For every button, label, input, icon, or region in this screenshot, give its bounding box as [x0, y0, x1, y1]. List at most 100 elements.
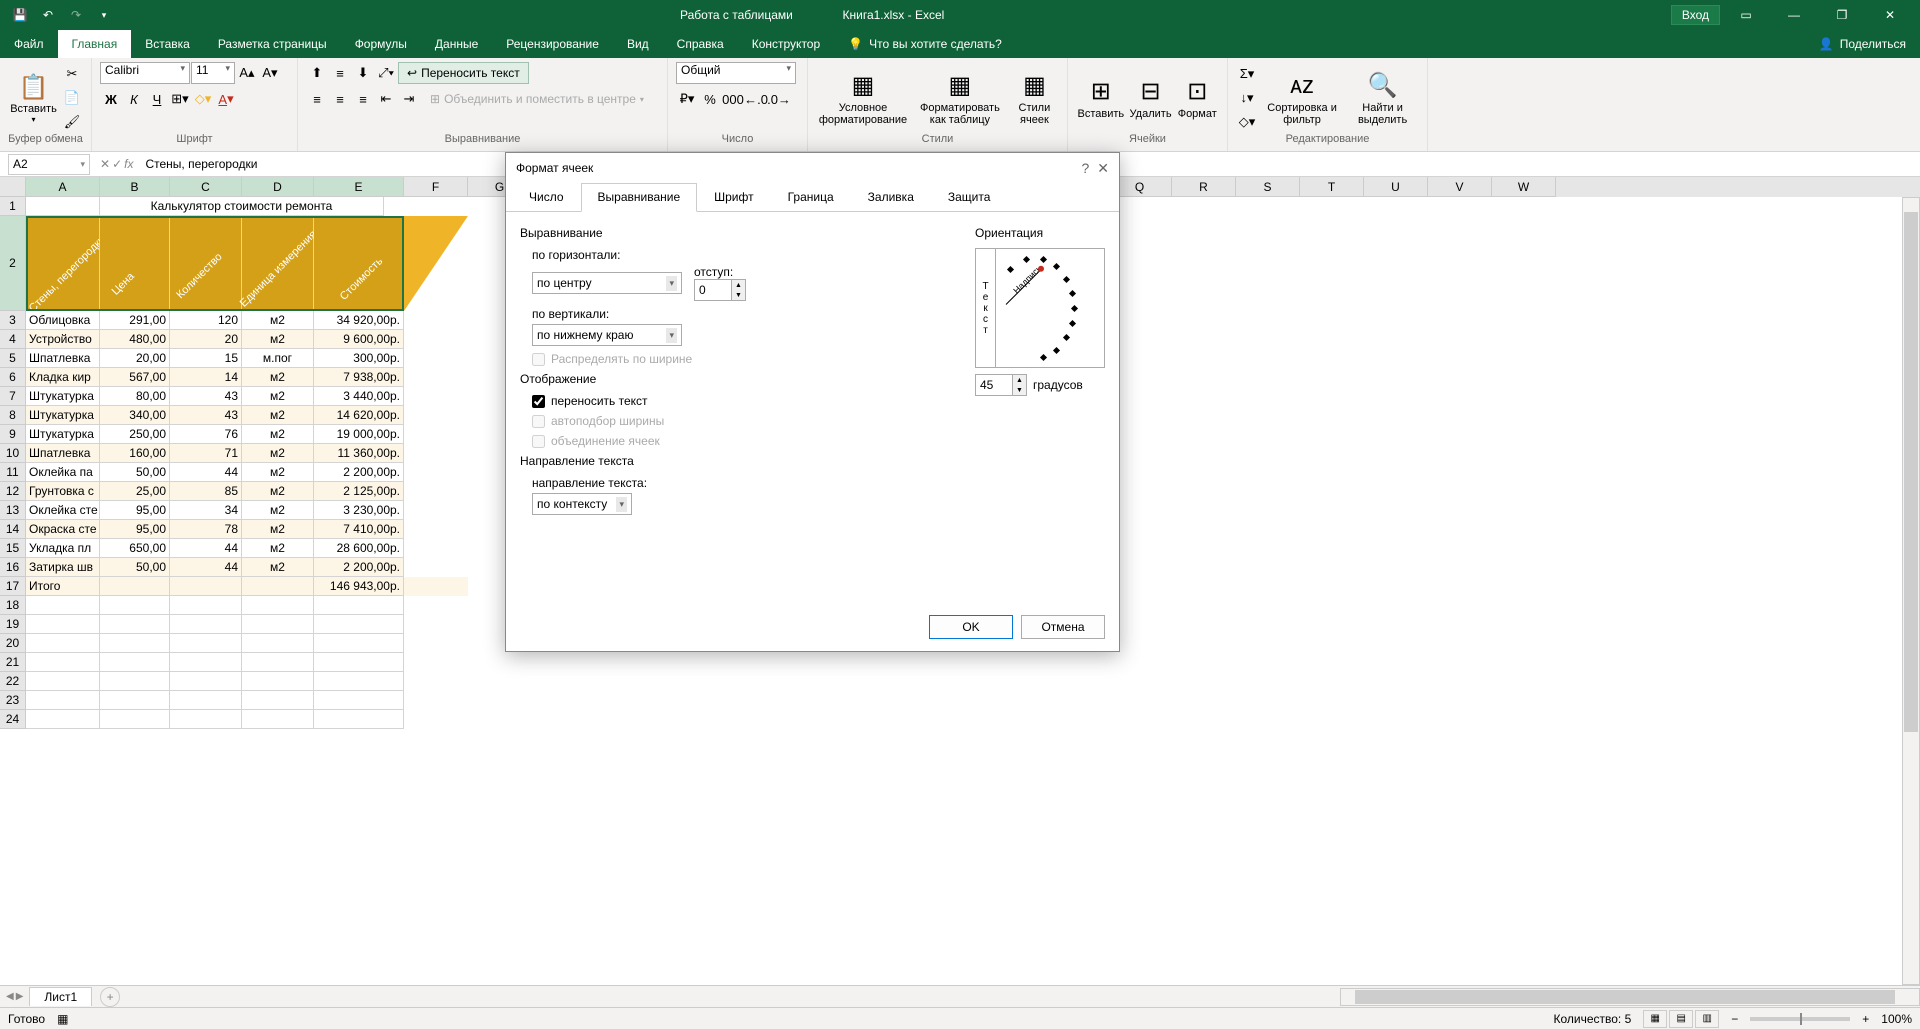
cell[interactable]: 50,00 [100, 463, 170, 482]
cell[interactable]: 44 [170, 539, 242, 558]
row-header[interactable]: 23 [0, 691, 26, 710]
horiz-align-select[interactable]: по центру [532, 272, 682, 294]
row-header[interactable]: 10 [0, 444, 26, 463]
col-header[interactable]: B [100, 177, 170, 197]
col-header[interactable]: D [242, 177, 314, 197]
cell[interactable]: 25,00 [100, 482, 170, 501]
normal-view-icon[interactable]: ▦ [1643, 1010, 1667, 1028]
cell[interactable] [26, 653, 100, 672]
row-header[interactable]: 11 [0, 463, 26, 482]
dlg-tab-number[interactable]: Число [512, 183, 581, 211]
cell[interactable] [170, 577, 242, 596]
italic-icon[interactable]: К [123, 88, 145, 110]
cell[interactable]: 650,00 [100, 539, 170, 558]
dlg-tab-protect[interactable]: Защита [931, 183, 1008, 211]
cell[interactable]: 44 [170, 463, 242, 482]
tab-data[interactable]: Данные [421, 30, 492, 58]
row-header[interactable]: 9 [0, 425, 26, 444]
tab-layout[interactable]: Разметка страницы [204, 30, 341, 58]
cell-total-label[interactable]: Итого [26, 577, 100, 596]
align-center-icon[interactable]: ≡ [329, 88, 351, 110]
insert-cells-button[interactable]: ⊞Вставить [1076, 74, 1126, 122]
copy-icon[interactable]: 📄 [61, 87, 83, 109]
cell[interactable] [100, 710, 170, 729]
row-header[interactable]: 15 [0, 539, 26, 558]
select-all-corner[interactable] [0, 177, 26, 197]
redo-icon[interactable]: ↷ [64, 3, 88, 27]
ribbon-options-icon[interactable]: ▭ [1724, 0, 1768, 30]
cell[interactable] [26, 197, 100, 216]
tab-file[interactable]: Файл [0, 30, 58, 58]
cell[interactable]: Штукатурка [26, 425, 100, 444]
merge-button[interactable]: ⊞Объединить и поместить в центре▾ [421, 88, 653, 110]
textdir-select[interactable]: по контексту [532, 493, 632, 515]
cell[interactable] [242, 653, 314, 672]
cell[interactable]: м2 [242, 482, 314, 501]
decrease-font-icon[interactable]: A▾ [259, 62, 281, 84]
decrease-decimal-icon[interactable]: .0→ [768, 88, 790, 110]
align-left-icon[interactable]: ≡ [306, 88, 328, 110]
delete-cells-button[interactable]: ⊟Удалить [1128, 74, 1174, 122]
cancel-formula-icon[interactable]: ✕ [100, 157, 110, 171]
cell[interactable]: Облицовка [26, 311, 100, 330]
spin-down-icon[interactable]: ▼ [1012, 385, 1026, 395]
cell[interactable] [100, 653, 170, 672]
number-format-select[interactable]: Общий [676, 62, 796, 84]
cell[interactable] [100, 634, 170, 653]
dlg-tab-font[interactable]: Шрифт [697, 183, 770, 211]
cell[interactable]: Шпатлевка [26, 444, 100, 463]
cell[interactable]: Оклейка сте [26, 501, 100, 520]
cell[interactable]: 50,00 [100, 558, 170, 577]
cell[interactable]: 71 [170, 444, 242, 463]
zoom-in-icon[interactable]: + [1862, 1012, 1869, 1026]
cell[interactable]: 120 [170, 311, 242, 330]
cell[interactable]: 11 360,00р. [314, 444, 404, 463]
enter-formula-icon[interactable]: ✓ [112, 157, 122, 171]
cell[interactable] [170, 691, 242, 710]
indent-spinner[interactable]: 0▲▼ [694, 279, 746, 301]
cell[interactable]: Грунтовка с [26, 482, 100, 501]
row-header[interactable]: 19 [0, 615, 26, 634]
cell[interactable] [26, 691, 100, 710]
tab-insert[interactable]: Вставка [131, 30, 204, 58]
cell[interactable] [170, 672, 242, 691]
row-header[interactable]: 5 [0, 349, 26, 368]
cell[interactable] [170, 596, 242, 615]
cell[interactable] [26, 615, 100, 634]
zoom-level[interactable]: 100% [1881, 1012, 1912, 1026]
cell[interactable]: 34 [170, 501, 242, 520]
row-header[interactable]: 20 [0, 634, 26, 653]
cell[interactable]: м2 [242, 501, 314, 520]
cell[interactable]: 7 410,00р. [314, 520, 404, 539]
cell[interactable]: 291,00 [100, 311, 170, 330]
col-header[interactable]: R [1172, 177, 1236, 197]
cell[interactable] [100, 615, 170, 634]
font-size-select[interactable]: 11 [191, 62, 235, 84]
col-header[interactable]: U [1364, 177, 1428, 197]
increase-indent-icon[interactable]: ⇥ [398, 88, 420, 110]
cell[interactable] [26, 596, 100, 615]
ok-button[interactable]: OK [929, 615, 1013, 639]
cell[interactable]: 19 000,00р. [314, 425, 404, 444]
cell[interactable]: м2 [242, 368, 314, 387]
row-header[interactable]: 22 [0, 672, 26, 691]
cell-header[interactable]: Цена [100, 216, 170, 311]
vert-align-select[interactable]: по нижнему краю [532, 324, 682, 346]
fx-icon[interactable]: fx [124, 157, 133, 171]
increase-decimal-icon[interactable]: ←.0 [745, 88, 767, 110]
cell[interactable]: Окраска сте [26, 520, 100, 539]
cell[interactable]: Укладка пл [26, 539, 100, 558]
cell[interactable] [242, 577, 314, 596]
angle-spinner[interactable]: 45▲▼ [975, 374, 1027, 396]
qat-dropdown-icon[interactable]: ▾ [92, 3, 116, 27]
cell-title[interactable]: Калькулятор стоимости ремонта [100, 197, 384, 216]
sort-filter-button[interactable]: ᴀᴢСортировка и фильтр [1260, 68, 1344, 128]
col-header[interactable]: A [26, 177, 100, 197]
cell[interactable]: 28 600,00р. [314, 539, 404, 558]
align-right-icon[interactable]: ≡ [352, 88, 374, 110]
cell[interactable]: Устройство [26, 330, 100, 349]
comma-icon[interactable]: 000 [722, 88, 744, 110]
spin-up-icon[interactable]: ▲ [731, 280, 745, 290]
zoom-out-icon[interactable]: − [1731, 1012, 1738, 1026]
cell[interactable]: м.пог [242, 349, 314, 368]
